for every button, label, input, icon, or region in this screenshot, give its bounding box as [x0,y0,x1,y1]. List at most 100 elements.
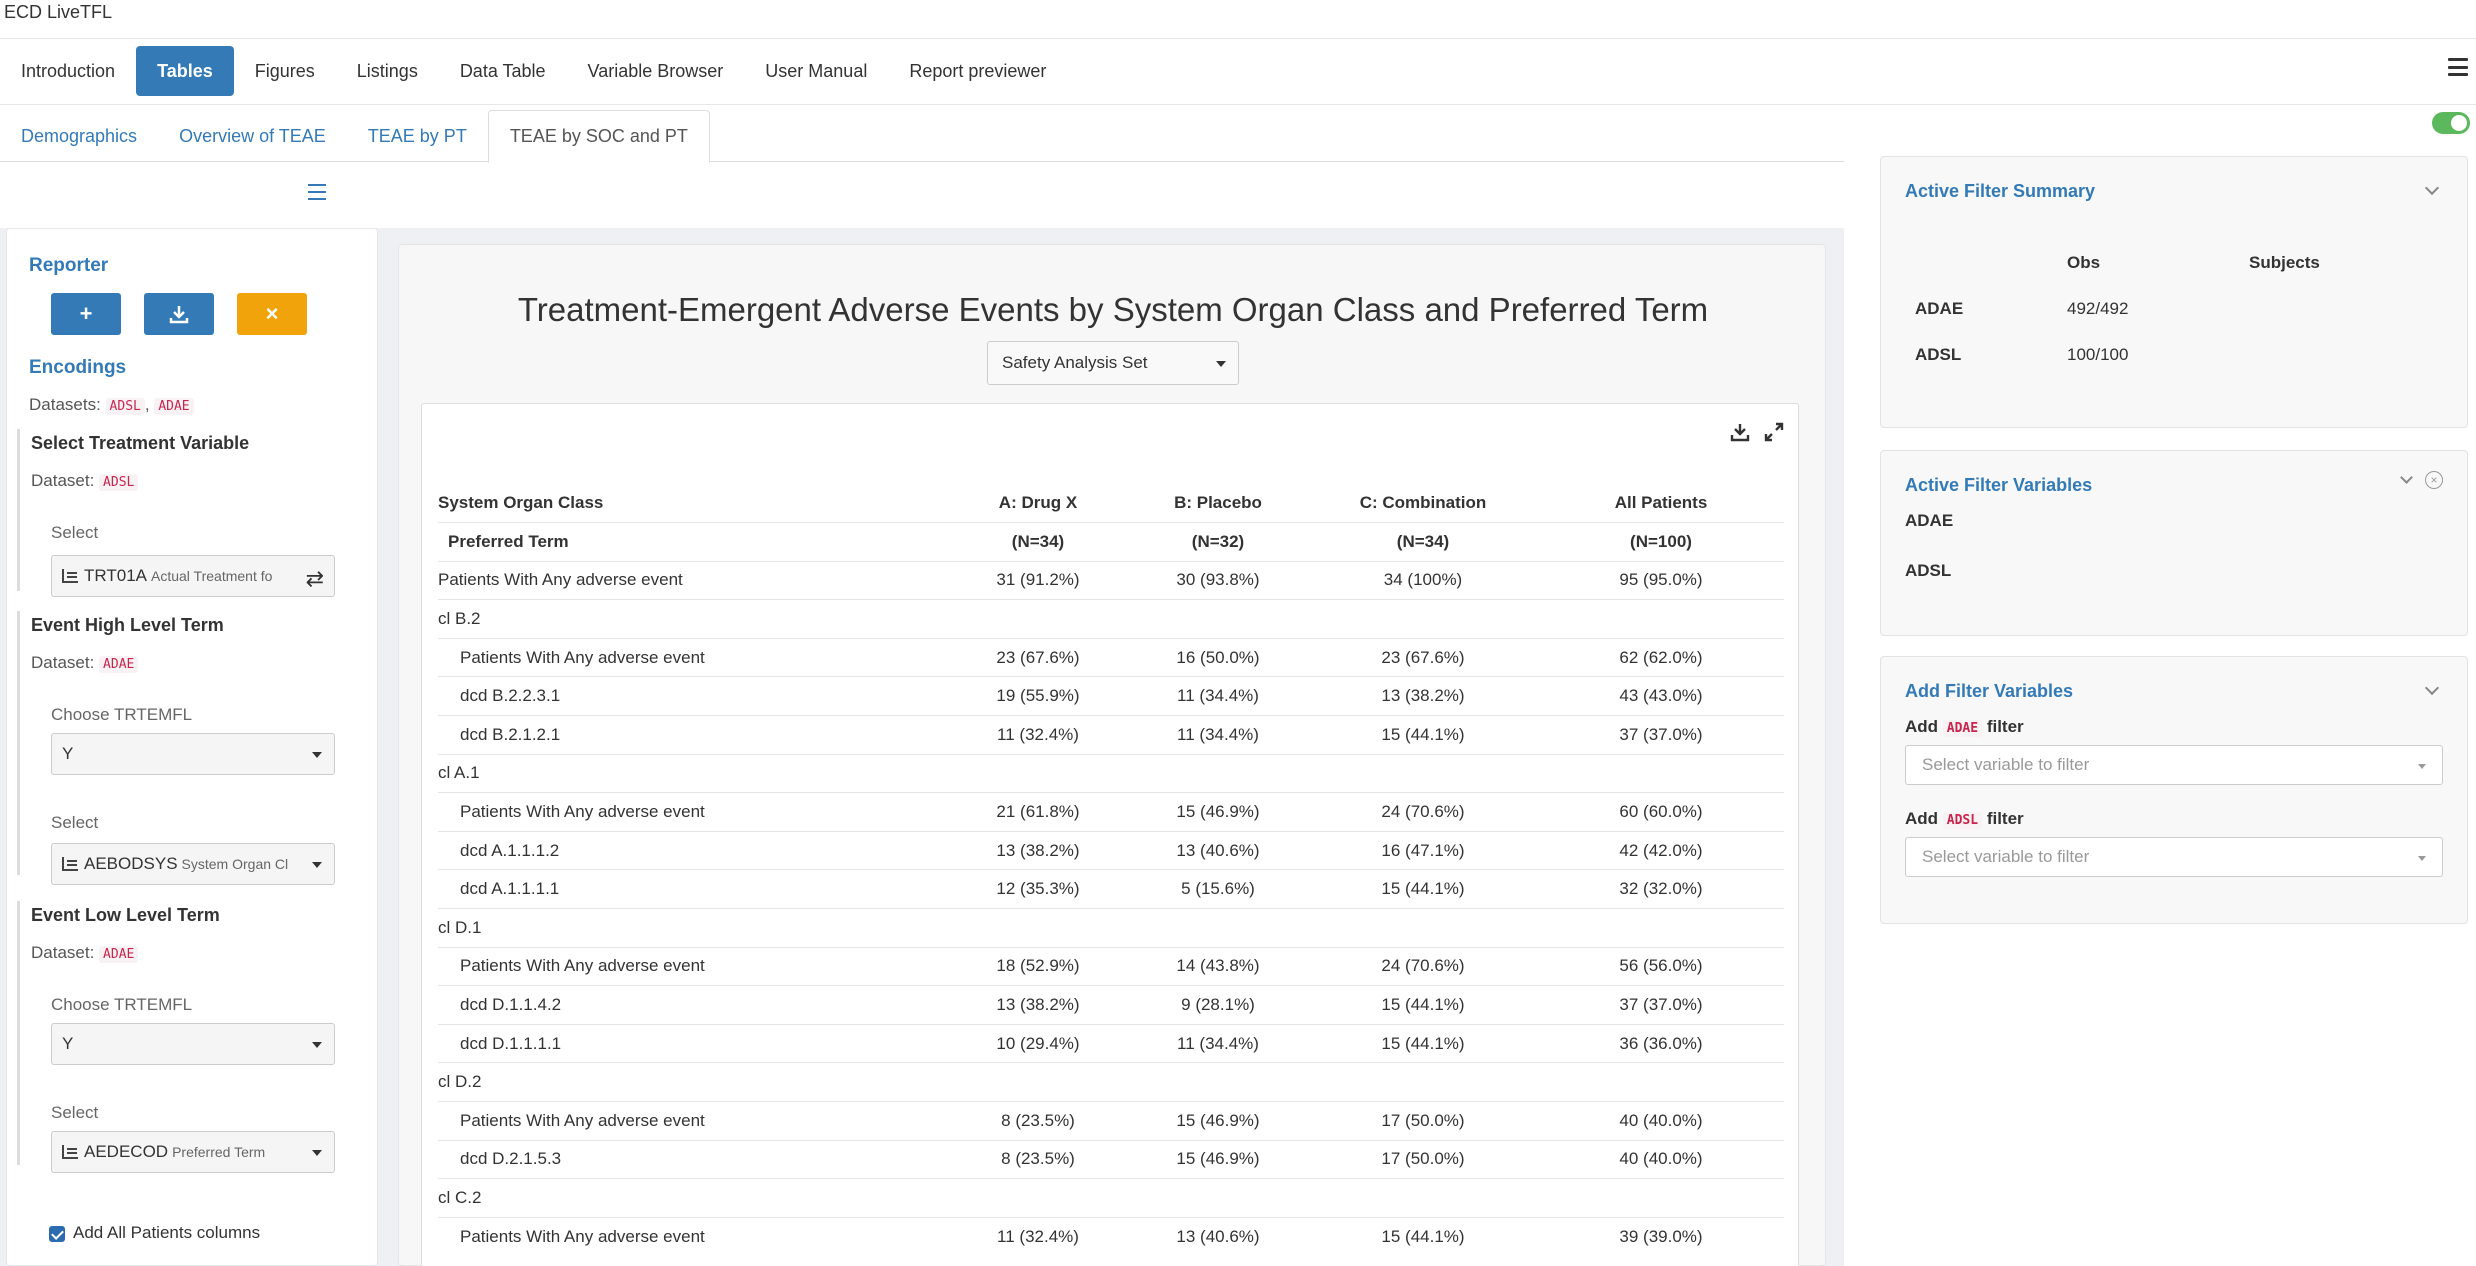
treatment-section-title: Select Treatment Variable [31,433,250,453]
header-soc: System Organ Class [438,493,604,513]
cell-value: 15 (44.1%) [1308,985,1538,1025]
cell-value: 39 (39.0%) [1538,1216,1784,1256]
nav-user-manual[interactable]: User Manual [744,46,888,96]
cell-value: 13 (38.2%) [1308,676,1538,716]
chevron-down-icon[interactable] [2400,471,2413,484]
add-filter-variables-title: Add Filter Variables [1905,681,2074,701]
clear-filters-icon[interactable]: × [2425,471,2443,489]
dataset-label: Dataset: [31,943,95,962]
cell-value: 17 (50.0%) [1308,1139,1538,1179]
add-to-report-button[interactable]: + [51,293,121,335]
sidebar-toggle-icon[interactable] [308,184,326,200]
section-bar [17,901,20,1165]
row-label: cl D.2 [438,1062,948,1102]
dataset-tag-adsl: ADSL [105,398,145,415]
datasets-line: Datasets: ADSL, ADAE [29,395,194,415]
add-filter-variables-panel: Add Filter Variables Add ADAE filter Sel… [1880,656,2468,924]
low-level-trtemfl-value: Y [62,1034,74,1053]
dataset-tag-adsl: ADSL [99,474,139,491]
cell-value: 9 (28.1%) [1128,985,1308,1025]
row-label: cl A.1 [438,753,948,793]
header-n-combination: (N=34) [1308,522,1538,562]
row-label: cl D.1 [438,908,948,948]
reset-reporter-button[interactable]: × [237,293,307,335]
nav-listings[interactable]: Listings [336,46,439,96]
tab-demographics[interactable]: Demographics [0,110,158,162]
nav-tables[interactable]: Tables [136,46,234,96]
cell-value [1128,599,1308,639]
tab-teae-by-soc-pt[interactable]: TEAE by SOC and PT [487,110,710,163]
add-all-patients-label: Add All Patients columns [73,1223,261,1242]
adsl-filter-select[interactable]: Select variable to filter [1905,837,2443,877]
table-row: dcd B.2.2.3.1 19 (55.9%) 11 (34.4%) 13 (38.… [438,676,1784,716]
high-level-variable-select[interactable]: AEBODSYS System Organ Cl [51,843,335,885]
filter-panel-toggle[interactable] [2432,112,2470,134]
cell-value: 42 (42.0%) [1538,830,1784,870]
table-header-row: System Organ Class A: Drug X B: Placebo … [438,484,1784,523]
nav-variable-browser[interactable]: Variable Browser [567,46,745,96]
cell-value: 95 (95.0%) [1538,560,1784,600]
cell-value: 15 (46.9%) [1128,1139,1308,1179]
active-filter-variables-panel: Active Filter Variables × ADAE ADSL [1880,450,2468,636]
tab-overview-teae[interactable]: Overview of TEAE [158,110,347,162]
reporter-heading: Reporter [29,255,109,276]
table-row: cl B.2 [438,599,1784,639]
high-level-trtemfl-select[interactable]: Y [51,733,335,775]
col-obs: Obs [2067,253,2101,272]
nav-figures[interactable]: Figures [234,46,336,96]
cell-value: 40 (40.0%) [1538,1139,1784,1179]
cell-value [1538,753,1784,793]
nav-report-previewer[interactable]: Report previewer [888,46,1067,96]
output-card: Treatment-Emergent Adverse Events by Sys… [398,244,1826,1266]
adae-filter-select[interactable]: Select variable to filter [1905,745,2443,785]
dataset-tag-adae: ADAE [1942,720,1983,737]
cell-value: 16 (47.1%) [1308,830,1538,870]
row-label: Patients With Any adverse event [438,560,948,600]
cell-value [1308,753,1538,793]
low-level-trtemfl-select[interactable]: Y [51,1023,335,1065]
table-row: Patients With Any adverse event 11 (32.4%… [438,1216,1784,1256]
nav-data-table[interactable]: Data Table [439,46,567,96]
cell-value: 36 (36.0%) [1538,1023,1784,1063]
chevron-down-icon[interactable] [2424,180,2440,196]
low-level-section-title: Event Low Level Term [31,905,220,925]
chevron-down-icon[interactable] [2424,680,2440,696]
nav-introduction[interactable]: Introduction [0,46,136,96]
cell-value: 16 (50.0%) [1128,637,1308,677]
download-icon[interactable] [1730,422,1750,444]
cell-value: 18 (52.9%) [948,946,1128,986]
tab-teae-by-pt[interactable]: TEAE by PT [347,110,488,162]
treatment-dataset-line: Dataset: ADSL [31,471,139,491]
high-level-value: AEBODSYS [84,854,178,873]
add-all-patients-checkbox[interactable] [49,1226,65,1242]
population-select[interactable]: Safety Analysis Set [987,341,1239,385]
row-label: Patients With Any adverse event [438,1216,948,1256]
cell-value: 15 (44.1%) [1308,869,1538,909]
encodings-heading: Encodings [29,357,127,378]
cell-value: 11 (34.4%) [1128,676,1308,716]
cell-value [1308,1062,1538,1102]
row-label: dcd D.1.1.1.1 [438,1023,948,1063]
table-row: dcd D.1.1.4.2 13 (38.2%) 9 (28.1%) 15 (44.1… [438,985,1784,1025]
treatment-variable-select[interactable]: TRT01A Actual Treatment fo ⇄ [51,555,335,597]
low-level-value-desc: Preferred Term [172,1144,266,1160]
summary-dataset-adae: ADAE [1915,299,1964,318]
chevron-down-icon [2418,856,2426,861]
chevron-down-icon [312,752,322,758]
expand-icon[interactable] [1764,422,1784,444]
download-report-button[interactable] [144,293,214,335]
cell-value: 37 (37.0%) [1538,715,1784,755]
swap-icon[interactable]: ⇄ [306,566,324,592]
row-label: cl B.2 [438,599,948,639]
low-level-variable-select[interactable]: AEDECOD Preferred Term [51,1131,335,1173]
cell-value: 17 (50.0%) [1308,1101,1538,1141]
adsl-filter-placeholder: Select variable to filter [1922,847,2090,866]
menu-icon[interactable] [2448,58,2468,76]
cell-value: 15 (46.9%) [1128,792,1308,832]
cell-value [948,908,1128,948]
row-label: Patients With Any adverse event [438,1101,948,1141]
treatment-value: TRT01A [84,566,147,585]
dataset-label: Dataset: [31,471,95,490]
active-filter-summary-panel: Active Filter Summary Obs Subjects ADAE … [1880,156,2468,428]
high-level-value-desc: System Organ Cl [181,856,289,872]
